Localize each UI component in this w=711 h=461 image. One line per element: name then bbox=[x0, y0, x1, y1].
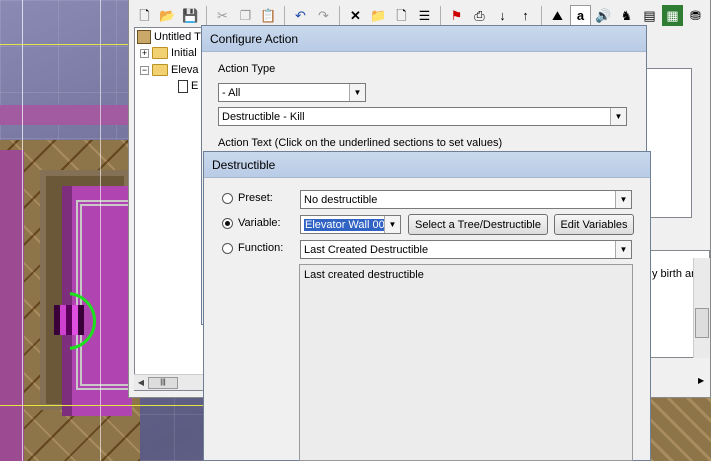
select-tree-destructible-button[interactable]: Select a Tree/Destructible bbox=[408, 214, 548, 235]
collapse-icon[interactable]: − bbox=[140, 65, 149, 75]
action-value: Destructible - Kill bbox=[222, 110, 305, 123]
action-category-select[interactable]: - All ▼ bbox=[218, 83, 366, 102]
function-select[interactable]: Last Created Destructible ▼ bbox=[300, 240, 632, 259]
trigger-tree bbox=[134, 27, 210, 391]
variable-value: Elevator Wall 00 bbox=[304, 218, 386, 231]
function-value: Last Created Destructible bbox=[304, 243, 429, 256]
action-text-label: Action Text (Click on the underlined sec… bbox=[218, 137, 503, 149]
tree-root[interactable]: Untitled T bbox=[137, 29, 201, 45]
variable-label: Variable: bbox=[238, 217, 281, 229]
campaign-editor-icon[interactable]: ▤ bbox=[639, 5, 660, 26]
terrain-editor-icon[interactable]: ⛰ bbox=[547, 5, 568, 26]
redo-icon[interactable]: ↷ bbox=[313, 5, 334, 26]
action-type-label: Action Type bbox=[218, 63, 276, 75]
action-select[interactable]: Destructible - Kill ▼ bbox=[218, 107, 627, 126]
open-folder-icon[interactable]: 📂 bbox=[157, 5, 178, 26]
scroll-right-icon[interactable]: ▶ bbox=[698, 376, 704, 385]
function-description: Last created destructible bbox=[304, 269, 424, 281]
map-icon bbox=[137, 30, 151, 44]
chevron-down-icon[interactable]: ▼ bbox=[615, 191, 631, 208]
toolbar-separator bbox=[339, 5, 340, 25]
scroll-left-icon[interactable]: ◀ bbox=[134, 378, 148, 387]
tree-item-trigger[interactable]: E bbox=[178, 78, 198, 94]
function-label: Function: bbox=[238, 242, 284, 254]
preset-value: No destructible bbox=[304, 193, 378, 206]
trigger-comment-panel bbox=[646, 68, 692, 218]
map-wall-top bbox=[0, 105, 140, 125]
action-category-value: - All bbox=[222, 86, 241, 99]
new-comment-icon[interactable]: ☰ bbox=[414, 5, 435, 26]
tree-root-label: Untitled T bbox=[154, 31, 201, 43]
tree-horizontal-scrollbar[interactable]: ◀ ||| bbox=[134, 374, 210, 390]
variable-select[interactable]: Elevator Wall 00 ▼ bbox=[300, 215, 401, 234]
test-map-icon[interactable]: ⎙ bbox=[469, 5, 490, 26]
object-editor-icon[interactable]: ♞ bbox=[616, 5, 637, 26]
toolbar-separator bbox=[206, 5, 207, 25]
preset-select[interactable]: No destructible ▼ bbox=[300, 190, 632, 209]
dialog-title: Destructible bbox=[204, 152, 650, 178]
trigger-editor-icon[interactable]: a bbox=[570, 4, 591, 26]
variable-radio[interactable] bbox=[222, 218, 233, 229]
scroll-thumb[interactable] bbox=[695, 308, 709, 338]
scroll-thumb[interactable]: ||| bbox=[148, 376, 178, 389]
trigger-icon bbox=[178, 79, 188, 93]
toolbar-separator bbox=[541, 5, 542, 25]
function-description-box: Last created destructible bbox=[299, 264, 633, 461]
new-category-icon[interactable]: 📁 bbox=[368, 5, 389, 26]
grid-line bbox=[100, 0, 101, 461]
tree-item-initialization[interactable]: + Initial bbox=[140, 45, 197, 61]
folder-icon bbox=[152, 47, 168, 59]
chevron-down-icon[interactable]: ▼ bbox=[615, 241, 631, 258]
map-unit bbox=[54, 305, 84, 335]
open-folder-icon bbox=[152, 64, 168, 76]
undo-icon[interactable]: ↶ bbox=[290, 5, 311, 26]
grid-line bbox=[22, 0, 23, 461]
import-manager-icon[interactable]: ⛃ bbox=[685, 5, 706, 26]
expand-icon[interactable]: + bbox=[140, 48, 149, 58]
tree-item-elevator[interactable]: − Eleva bbox=[140, 62, 199, 78]
trigger-text-fragment: y birth an bbox=[652, 268, 698, 280]
chevron-down-icon[interactable]: ▼ bbox=[349, 84, 365, 101]
save-icon[interactable]: 💾 bbox=[180, 5, 201, 26]
paste-icon[interactable]: 📋 bbox=[258, 5, 279, 26]
tree-item-label: Initial bbox=[171, 47, 197, 59]
ai-editor-icon[interactable]: ▦ bbox=[662, 4, 683, 26]
tree-item-label: E bbox=[191, 80, 199, 92]
tree-item-label: Eleva bbox=[171, 64, 199, 76]
function-radio[interactable] bbox=[222, 243, 233, 254]
dialog-title: Configure Action bbox=[202, 26, 646, 52]
preset-label: Preset: bbox=[238, 192, 273, 204]
sound-editor-icon[interactable]: 🔊 bbox=[593, 5, 614, 26]
flag-icon[interactable]: ⚑ bbox=[446, 5, 467, 26]
editor-toolbar: 🗋 📂 💾 ✂ ❐ 📋 ↶ ↷ ✕ 📁 🗋 ☰ ⚑ ⎙ ↓ ↑ ⛰ a 🔊 ♞ … bbox=[134, 3, 711, 27]
map-wall-left bbox=[0, 150, 24, 461]
copy-icon[interactable]: ❐ bbox=[235, 5, 256, 26]
map-floor-right bbox=[650, 390, 711, 461]
toolbar-separator bbox=[284, 5, 285, 25]
cut-icon[interactable]: ✂ bbox=[212, 5, 233, 26]
new-trigger-icon[interactable]: 🗋 bbox=[391, 5, 412, 26]
functions-vertical-scrollbar[interactable] bbox=[693, 258, 710, 358]
toolbar-separator bbox=[440, 5, 441, 25]
import-icon[interactable]: ↓ bbox=[492, 5, 513, 26]
new-icon[interactable]: 🗋 bbox=[134, 5, 155, 26]
edit-variables-button[interactable]: Edit Variables bbox=[554, 214, 634, 235]
export-icon[interactable]: ↑ bbox=[515, 5, 536, 26]
preset-radio[interactable] bbox=[222, 193, 233, 204]
chevron-down-icon[interactable]: ▼ bbox=[610, 108, 626, 125]
delete-icon[interactable]: ✕ bbox=[345, 5, 366, 26]
chevron-down-icon[interactable]: ▼ bbox=[384, 216, 400, 233]
